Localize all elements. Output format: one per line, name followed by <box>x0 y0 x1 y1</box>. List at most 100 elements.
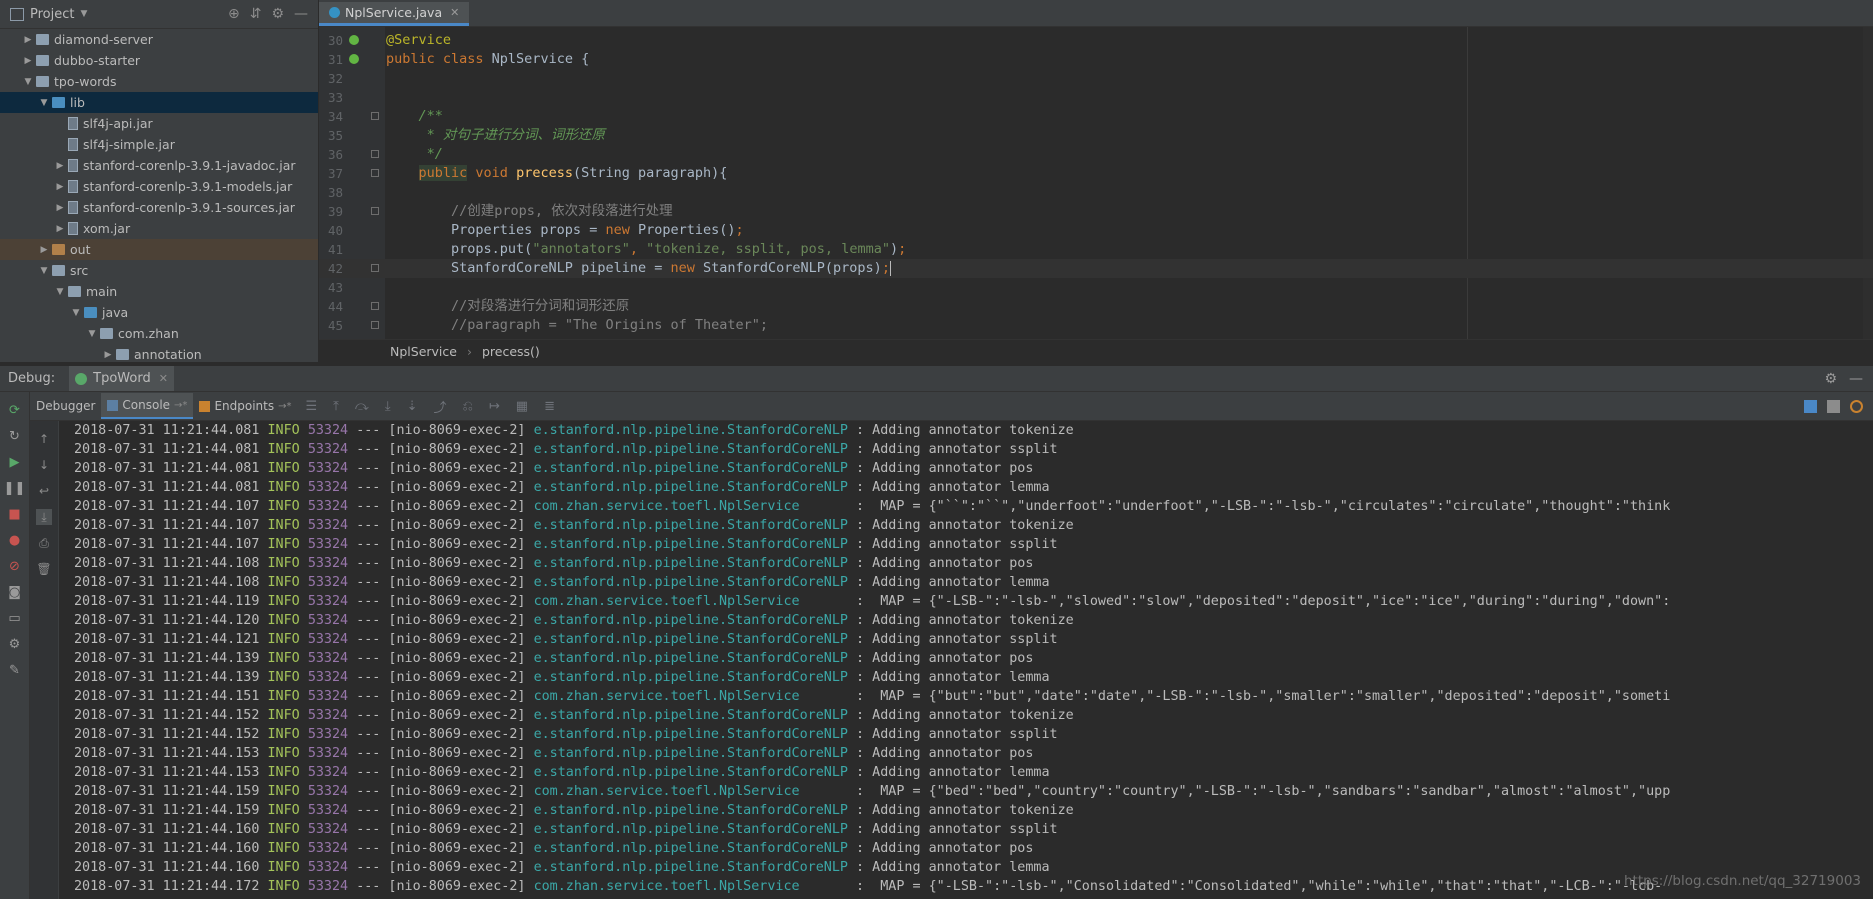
gear-icon[interactable]: ⚙ <box>271 6 284 22</box>
rerun-icon[interactable]: ⟳ <box>7 402 23 418</box>
chevron-right-icon[interactable]: ▶ <box>52 161 68 171</box>
resume-icon[interactable]: ▶ <box>7 454 23 470</box>
hide-icon[interactable]: — <box>294 6 308 22</box>
log-logger[interactable]: e.stanford.nlp.pipeline.StanfordCoreNLP <box>534 822 848 837</box>
log-logger[interactable]: e.stanford.nlp.pipeline.StanfordCoreNLP <box>534 727 848 742</box>
log-logger[interactable]: e.stanford.nlp.pipeline.StanfordCoreNLP <box>534 651 848 666</box>
log-logger[interactable]: e.stanford.nlp.pipeline.StanfordCoreNLP <box>534 708 848 723</box>
code-line[interactable]: 31 public class NplService { <box>319 50 1873 69</box>
tree-item[interactable]: ▼ lib <box>0 92 318 113</box>
drop-frame-icon[interactable]: ⎌ <box>462 399 472 414</box>
code-line[interactable]: 30 @Service <box>319 31 1873 50</box>
console-output[interactable]: 2018-07-31 11:21:44.081 INFO 53324 --- [… <box>59 421 1873 899</box>
tree-item[interactable]: ▶ dubbo-starter <box>0 50 318 71</box>
restart-icon[interactable]: ↻ <box>7 428 23 444</box>
tree-item[interactable]: ▼ main <box>0 281 318 302</box>
chevron-down-icon[interactable]: ▼ <box>36 266 52 276</box>
menu-icon[interactable]: ☰ <box>306 399 318 414</box>
down-arrow-icon[interactable]: ↓ <box>36 457 52 473</box>
code-line[interactable]: 45 //paragraph = "The Origins of Theater… <box>319 316 1873 335</box>
memory-icon[interactable] <box>1850 399 1863 413</box>
log-logger[interactable]: e.stanford.nlp.pipeline.StanfordCoreNLP <box>534 556 848 571</box>
step-over-icon[interactable]: ⤼ <box>355 399 369 414</box>
log-logger[interactable]: com.zhan.service.toefl.NplService <box>534 594 848 609</box>
up-arrow-icon[interactable]: ↑ <box>36 431 52 447</box>
code-line[interactable]: 34 /** <box>319 107 1873 126</box>
code-line[interactable]: 36 */ <box>319 145 1873 164</box>
fold-marker-icon[interactable] <box>371 302 379 310</box>
log-logger[interactable]: e.stanford.nlp.pipeline.StanfordCoreNLP <box>534 670 848 685</box>
breadcrumb-method[interactable]: precess() <box>482 344 540 359</box>
log-logger[interactable]: e.stanford.nlp.pipeline.StanfordCoreNLP <box>534 480 848 495</box>
stop-icon[interactable]: ■ <box>7 506 23 522</box>
view-breakpoints-icon[interactable]: ● <box>7 532 23 548</box>
gear-icon[interactable]: ⚙ <box>1824 371 1837 387</box>
tree-item[interactable]: ▶ out <box>0 239 318 260</box>
tree-item[interactable]: ▶ annotation <box>0 344 318 362</box>
code-line[interactable]: 43 <box>319 278 1873 297</box>
code-area[interactable]: 30 @Service 31 public class NplService {32 3… <box>319 27 1873 339</box>
hide-icon[interactable]: — <box>1849 371 1863 387</box>
trace-icon[interactable]: ≣ <box>544 399 555 414</box>
gear-icon[interactable]: ⚙ <box>7 636 23 652</box>
close-icon[interactable]: ✕ <box>450 6 459 19</box>
tree-item[interactable]: ▼ src <box>0 260 318 281</box>
scroll-to-end-icon[interactable]: ⤓ <box>36 509 52 525</box>
chevron-right-icon[interactable]: ▶ <box>100 350 116 360</box>
spring-bean-icon[interactable] <box>349 54 359 64</box>
code-line[interactable]: 39 //创建props, 依次对段落进行处理 <box>319 202 1873 221</box>
chevron-down-icon[interactable]: ▼ <box>52 287 68 297</box>
chevron-right-icon[interactable]: ▶ <box>52 203 68 213</box>
log-logger[interactable]: e.stanford.nlp.pipeline.StanfordCoreNLP <box>534 746 848 761</box>
breadcrumb-class[interactable]: NplService <box>390 344 457 359</box>
tree-item[interactable]: slf4j-api.jar <box>0 113 318 134</box>
chevron-down-icon[interactable]: ▼ <box>20 77 36 87</box>
chevron-right-icon[interactable]: ▶ <box>36 245 52 255</box>
log-logger[interactable]: com.zhan.service.toefl.NplService <box>534 499 848 514</box>
log-logger[interactable]: e.stanford.nlp.pipeline.StanfordCoreNLP <box>534 841 848 856</box>
code-line[interactable]: 33 <box>319 88 1873 107</box>
restore-layout-icon[interactable] <box>1804 399 1817 413</box>
step-out-icon[interactable]: ⤴ <box>433 397 446 416</box>
tab-endpoints[interactable]: Endpoints →* <box>193 393 297 419</box>
tree-item[interactable]: ▶ stanford-corenlp-3.9.1-javadoc.jar <box>0 155 318 176</box>
log-logger[interactable]: e.stanford.nlp.pipeline.StanfordCoreNLP <box>534 632 848 647</box>
code-line[interactable]: 38 <box>319 183 1873 202</box>
fold-marker-icon[interactable] <box>371 169 379 177</box>
scroll-from-source-icon[interactable]: ⊕ <box>228 6 240 22</box>
log-logger[interactable]: com.zhan.service.toefl.NplService <box>534 784 848 799</box>
mute-breakpoints-icon[interactable]: ⊘ <box>7 558 23 574</box>
log-logger[interactable]: e.stanford.nlp.pipeline.StanfordCoreNLP <box>534 860 848 875</box>
tab-nplservice[interactable]: NplService.java ✕ <box>319 2 470 26</box>
log-logger[interactable]: e.stanford.nlp.pipeline.StanfordCoreNLP <box>534 423 848 438</box>
fold-marker-icon[interactable] <box>371 207 379 215</box>
project-title[interactable]: Project <box>30 7 74 22</box>
evaluate-icon[interactable]: ▦ <box>516 399 528 414</box>
tab-console[interactable]: Console →* <box>101 393 194 419</box>
log-logger[interactable]: e.stanford.nlp.pipeline.StanfordCoreNLP <box>534 803 848 818</box>
log-logger[interactable]: com.zhan.service.toefl.NplService <box>534 879 848 894</box>
log-logger[interactable]: com.zhan.service.toefl.NplService <box>534 689 848 704</box>
chevron-down-icon[interactable]: ▼ <box>68 308 84 318</box>
chevron-right-icon[interactable]: ▶ <box>20 56 36 66</box>
code-line[interactable]: 42 StanfordCoreNLP pipeline = new Stanfo… <box>319 259 1873 278</box>
code-line[interactable]: 35 * 对句子进行分词、词形还原 <box>319 126 1873 145</box>
show-execution-point-icon[interactable]: ⤒ <box>333 399 339 414</box>
spring-bean-icon[interactable] <box>349 35 359 45</box>
chevron-right-icon[interactable]: ▶ <box>52 182 68 192</box>
tree-item[interactable]: ▶ diamond-server <box>0 29 318 50</box>
code-line[interactable]: 37 public void precess(String paragraph)… <box>319 164 1873 183</box>
log-logger[interactable]: e.stanford.nlp.pipeline.StanfordCoreNLP <box>534 518 848 533</box>
tree-item[interactable]: slf4j-simple.jar <box>0 134 318 155</box>
tree-item[interactable]: ▶ stanford-corenlp-3.9.1-models.jar <box>0 176 318 197</box>
layout-icon[interactable]: ▭ <box>7 610 23 626</box>
tree-item[interactable]: ▼ java <box>0 302 318 323</box>
fold-marker-icon[interactable] <box>371 150 379 158</box>
pause-icon[interactable]: ❚❚ <box>4 480 26 496</box>
tab-debugger[interactable]: Debugger <box>30 393 101 419</box>
chevron-right-icon[interactable]: ▶ <box>52 224 68 234</box>
clear-all-icon[interactable]: 🗑 <box>36 561 52 577</box>
tab-debug-session[interactable]: TpoWord ✕ <box>69 366 174 391</box>
step-into-icon[interactable]: ⤓ <box>385 399 391 414</box>
chevron-down-icon[interactable]: ▼ <box>84 329 100 339</box>
